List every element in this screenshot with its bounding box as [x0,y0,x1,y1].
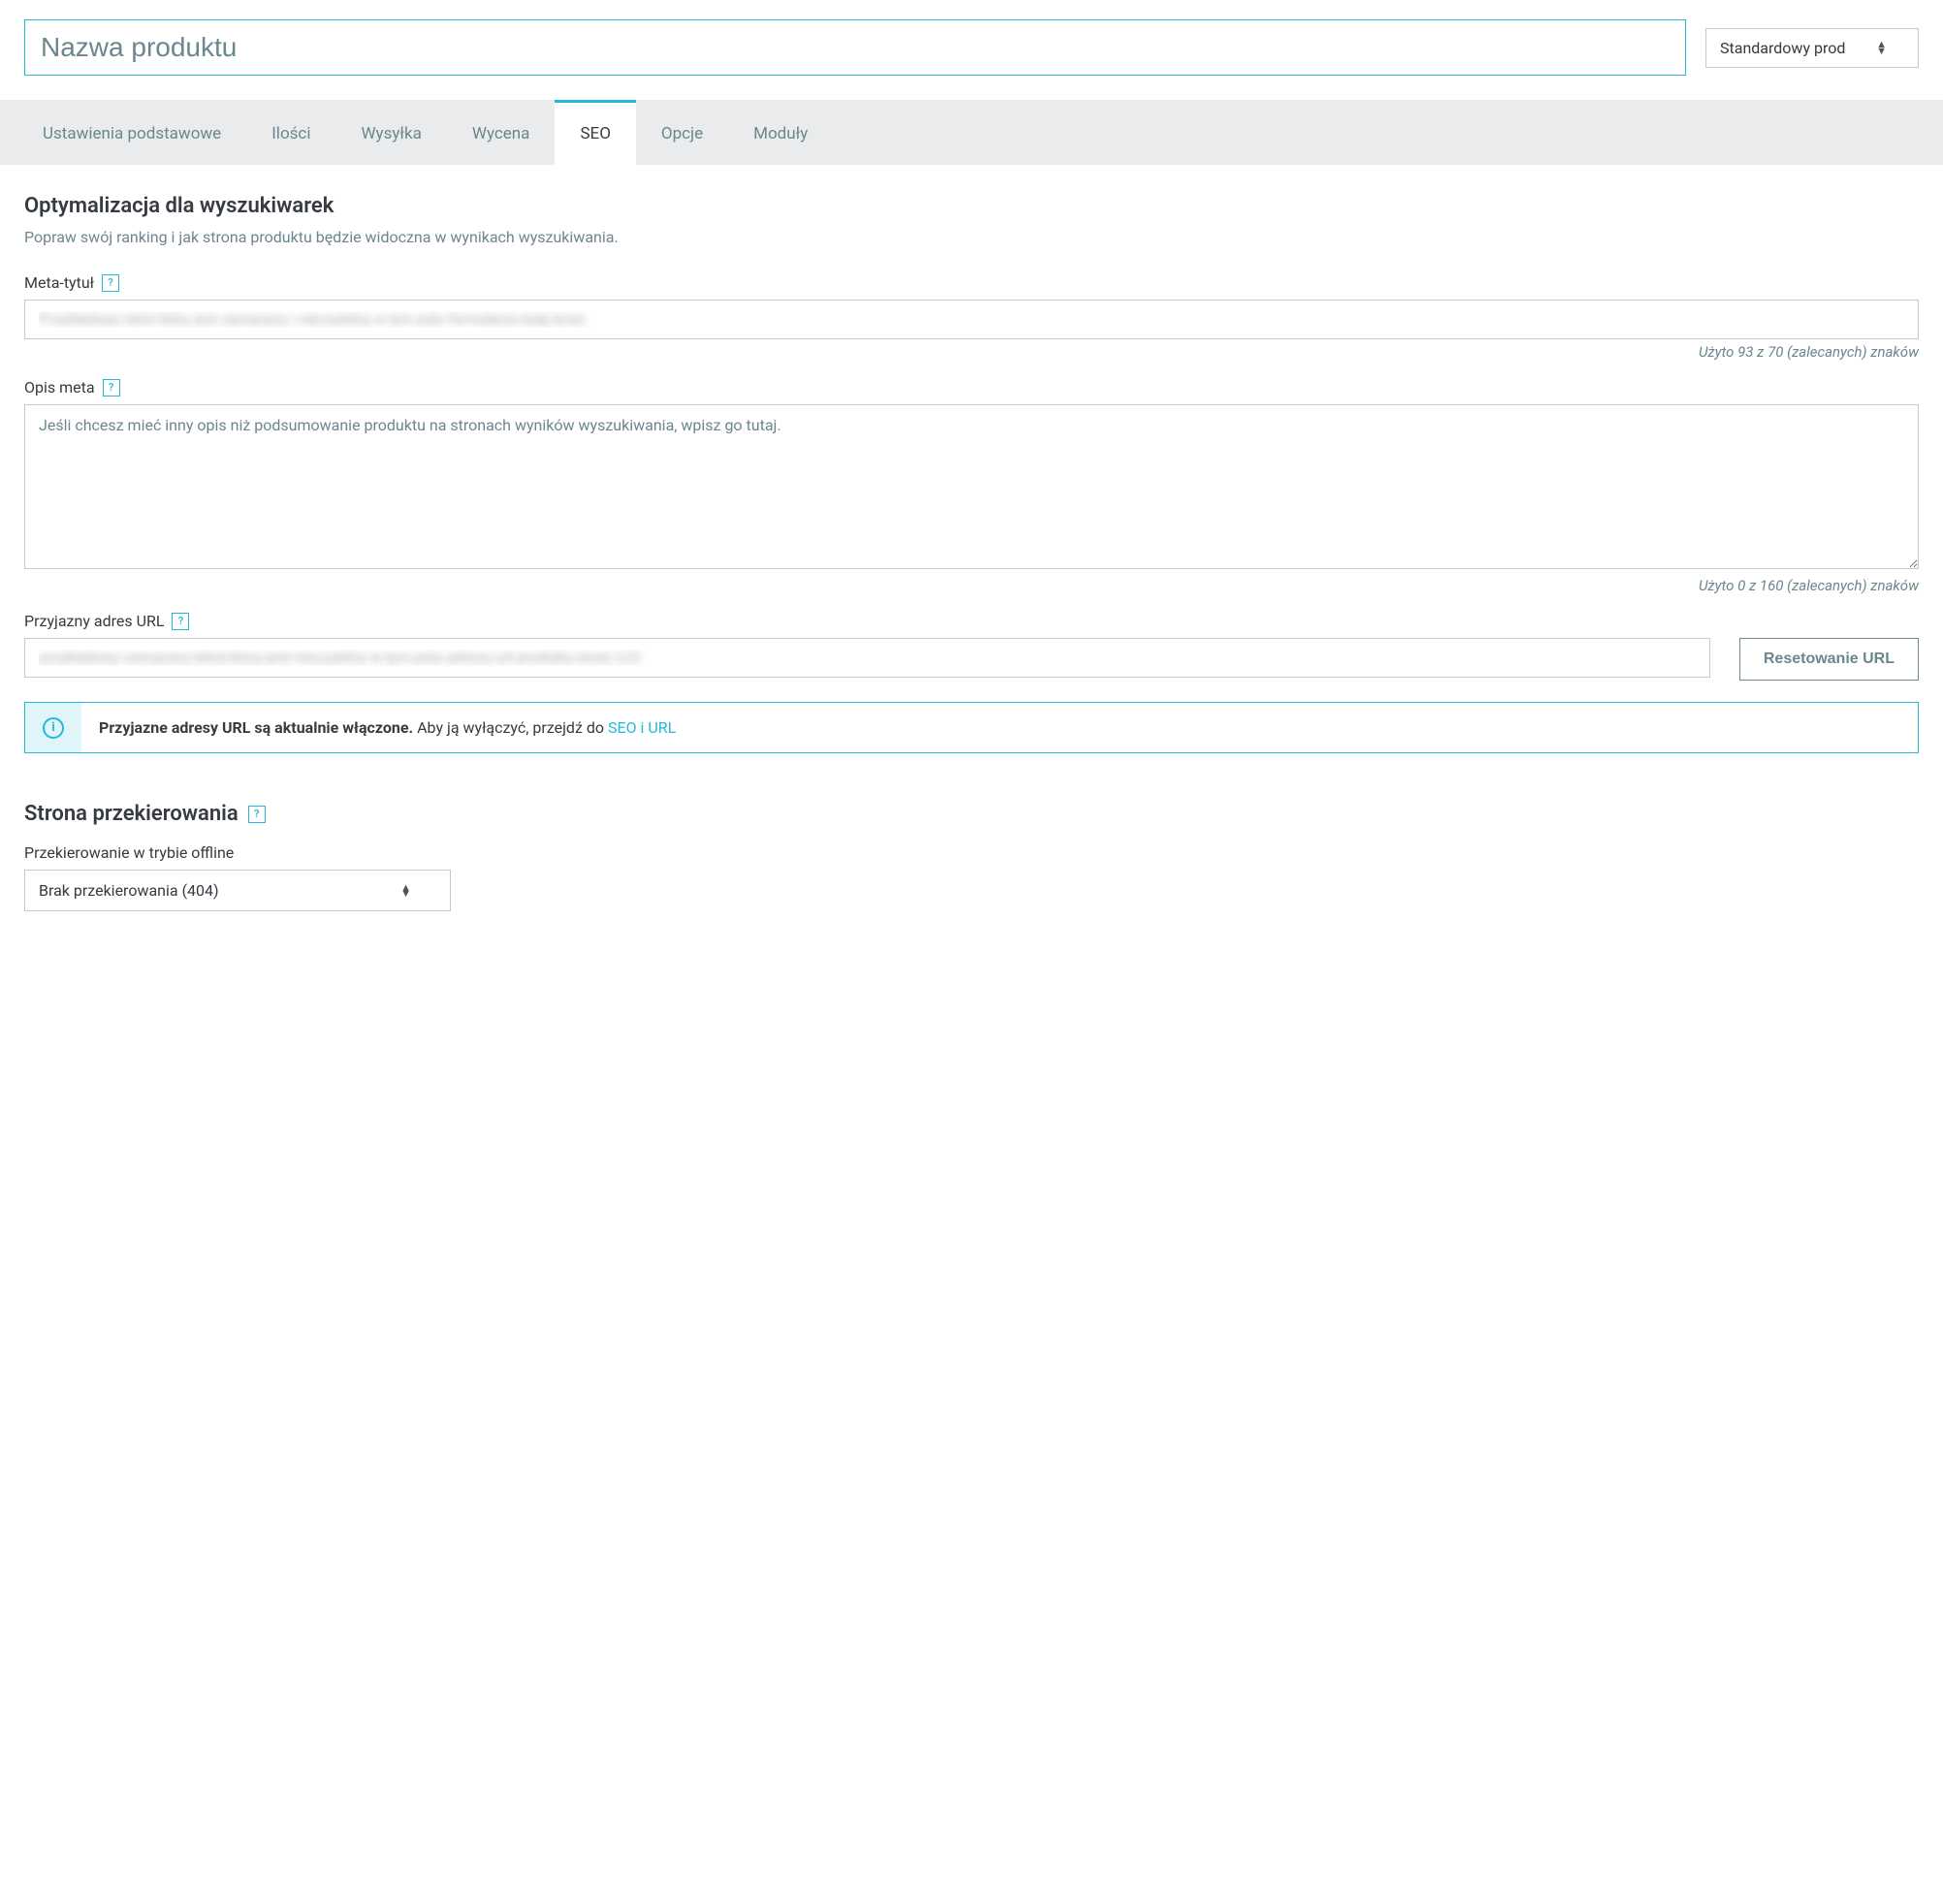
info-text: Przyjazne adresy URL są aktualnie włączo… [81,703,693,752]
info-icon: i [43,717,64,739]
tab-options[interactable]: Opcje [636,100,728,165]
product-type-select[interactable]: Standardowy prod ▲▼ [1705,28,1919,68]
meta-title-counter: Użyto 93 z 70 (zalecanych) znaków [24,343,1919,361]
tabs-bar: Ustawienia podstawowe Ilości Wysyłka Wyc… [0,100,1943,165]
tab-basic-settings[interactable]: Ustawienia podstawowe [17,100,246,165]
help-icon[interactable]: ? [102,274,119,292]
tab-seo[interactable]: SEO [555,100,635,165]
caret-sort-icon: ▲▼ [1876,42,1887,53]
product-type-selected-label: Standardowy prod [1720,39,1845,57]
help-icon[interactable]: ? [248,806,266,823]
tab-pricing[interactable]: Wycena [447,100,556,165]
caret-sort-icon: ▲▼ [400,885,411,897]
meta-title-label: Meta-tytuł [24,273,94,292]
seo-section-title: Optymalizacja dla wyszukiwarek [24,194,1919,218]
meta-description-textarea[interactable] [24,404,1919,569]
help-icon[interactable]: ? [172,613,189,630]
help-icon[interactable]: ? [103,379,120,397]
tab-shipping[interactable]: Wysyłka [335,100,446,165]
friendly-url-label: Przyjazny adres URL [24,612,164,630]
redirect-type-select[interactable]: Brak przekierowania (404) ▲▼ [24,870,451,911]
friendly-url-info-box: i Przyjazne adresy URL są aktualnie włąc… [24,702,1919,753]
redirect-selected-label: Brak przekierowania (404) [39,881,219,900]
seo-panel: Optymalizacja dla wyszukiwarek Popraw sw… [0,165,1943,968]
meta-description-counter: Użyto 0 z 160 (zalecanych) znaków [24,577,1919,594]
redirect-offline-label: Przekierowanie w trybie offline [24,843,234,862]
meta-title-input[interactable] [24,300,1919,339]
info-rest-text: Aby ją wyłączyć, przejdź do [413,718,608,737]
meta-description-label: Opis meta [24,378,95,397]
info-icon-wrap: i [25,703,81,752]
tab-modules[interactable]: Moduły [728,100,833,165]
seo-section-description: Popraw swój ranking i jak strona produkt… [24,228,1919,246]
redirect-section-title: Strona przekierowania [24,802,239,826]
seo-url-link[interactable]: SEO i URL [608,718,676,737]
tab-quantities[interactable]: Ilości [246,100,335,165]
product-name-input[interactable] [24,19,1686,76]
info-strong-text: Przyjazne adresy URL są aktualnie włączo… [99,718,413,737]
reset-url-button[interactable]: Resetowanie URL [1739,638,1919,681]
friendly-url-input[interactable] [24,638,1710,678]
